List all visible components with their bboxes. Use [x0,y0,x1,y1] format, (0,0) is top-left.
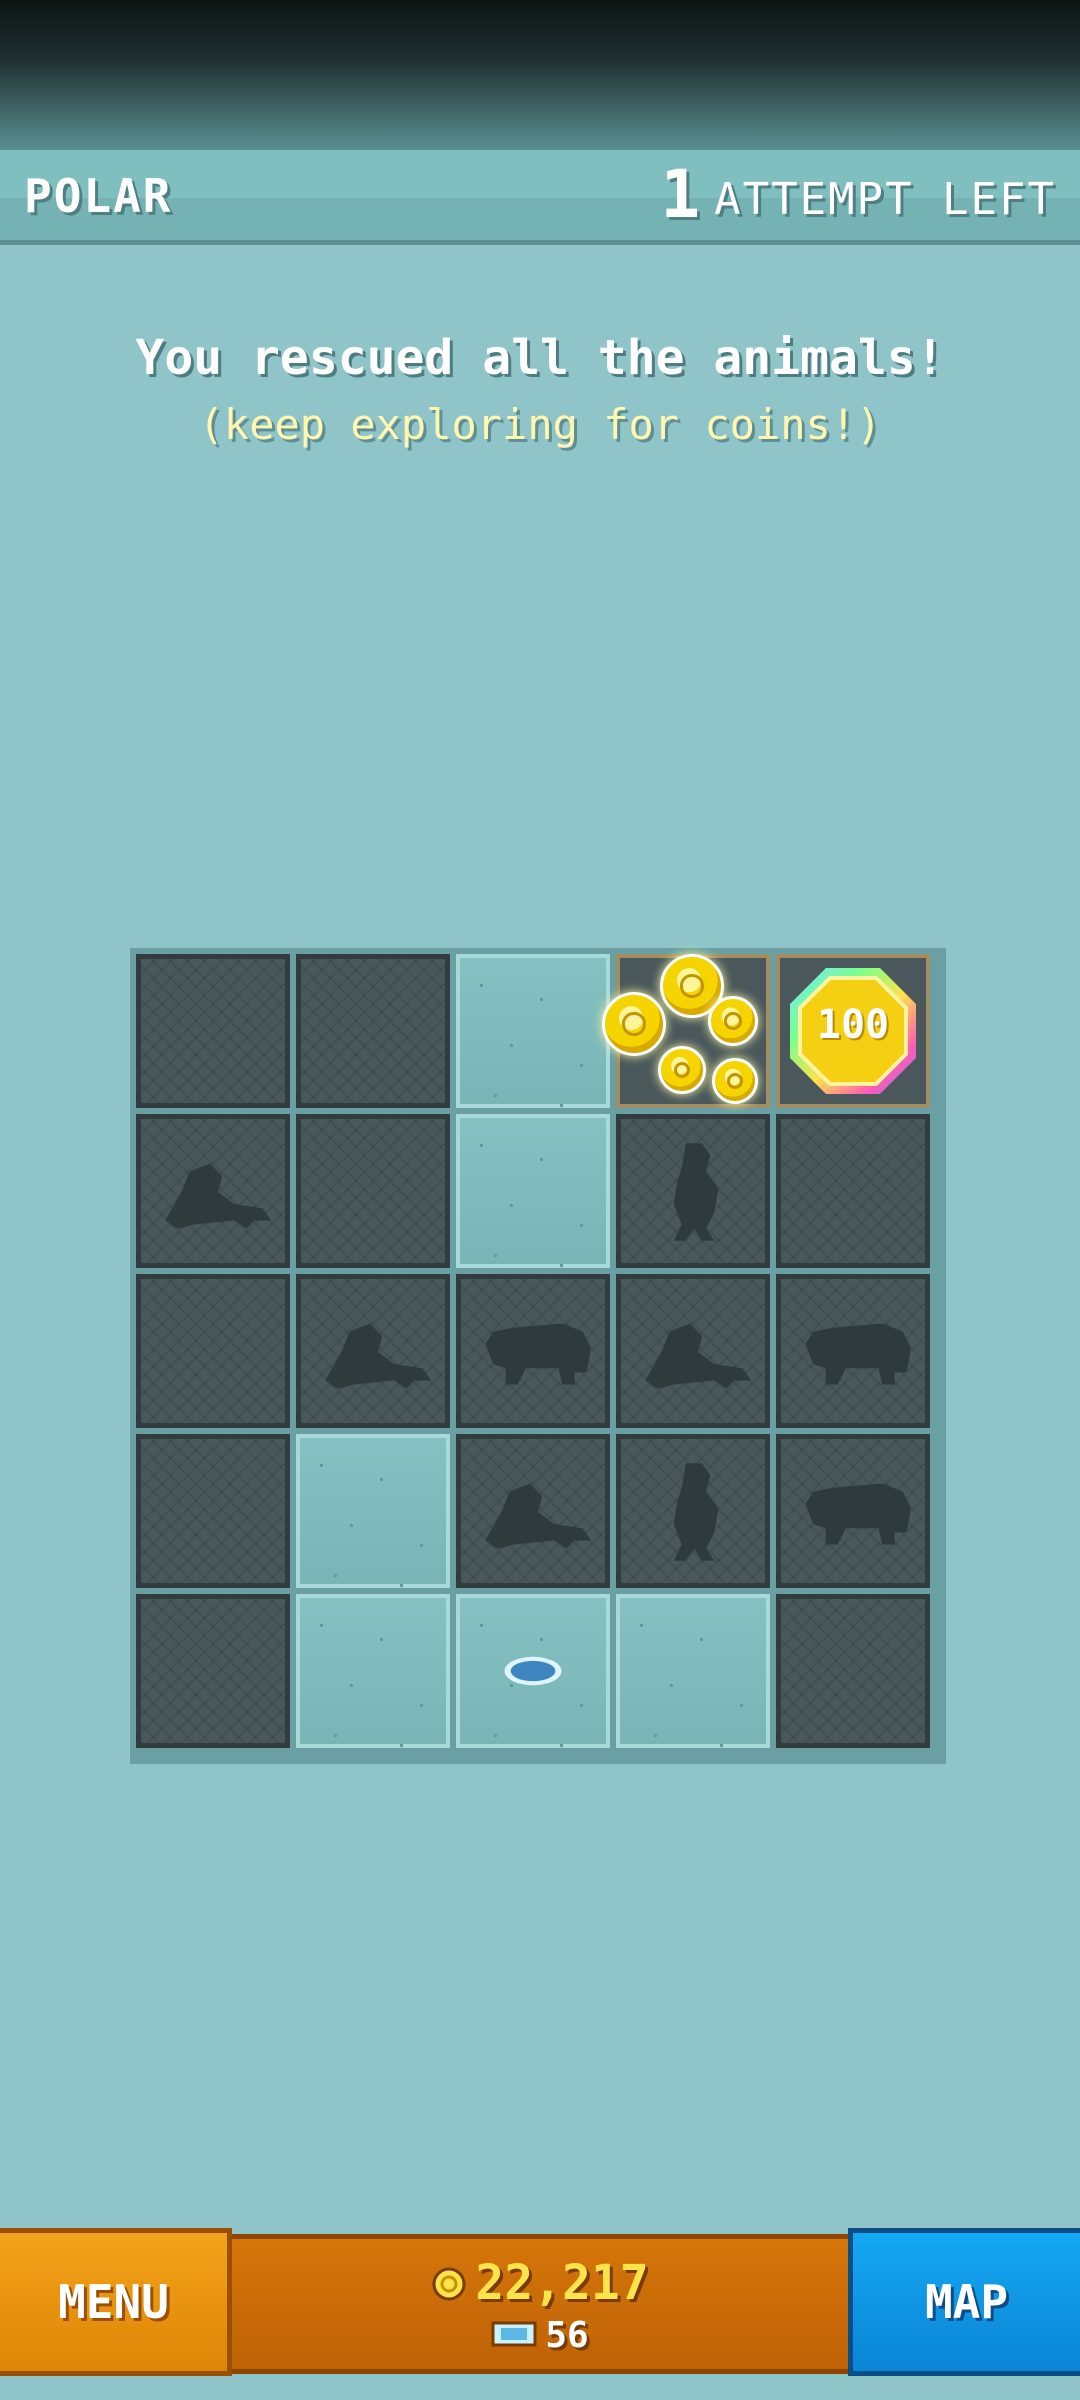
penguin-silhouette-tile[interactable] [616,1114,770,1268]
hidden-tile[interactable] [136,1274,290,1428]
walrus-icon [645,1323,751,1389]
ice-hole-tile[interactable] [456,1594,610,1748]
big-coin-tile[interactable]: 100 [776,954,930,1108]
gem-count: 56 [545,2315,589,2356]
map-button-label: MAP [924,2275,1009,2329]
penguin-icon [673,1143,719,1241]
menu-button-label: MENU [58,2275,169,2329]
walrus-icon [485,1483,591,1549]
coin-icon [712,1058,758,1104]
hidden-tile[interactable] [776,1114,930,1268]
polar-bear-icon [485,1323,591,1385]
level-name: POLAR [24,169,173,223]
hidden-tile[interactable] [776,1594,930,1748]
revealed-tile[interactable] [296,1594,450,1748]
ice-hole-icon [504,1656,562,1686]
revealed-tile[interactable] [456,954,610,1108]
revealed-tile[interactable] [296,1434,450,1588]
walrus-silhouette-tile[interactable] [136,1114,290,1268]
polar-bear-silhouette-tile[interactable] [776,1274,930,1428]
coin-balance: 22,217 [232,2255,848,2314]
penguin-silhouette-tile[interactable] [616,1434,770,1588]
walrus-icon [165,1163,271,1229]
attempts-indicator: 1 ATTEMPT LEFT [660,160,1056,230]
wallet-panel: 22,217 56 [232,2234,848,2374]
coin-icon [658,1046,706,1094]
game-grid: 100 [130,948,946,1764]
coin-icon [602,992,666,1056]
gem-balance: 56 [232,2315,848,2358]
gem-icon [491,2317,537,2358]
coin-count: 22,217 [475,2255,649,2311]
walrus-icon [325,1323,431,1389]
coin-icon [708,996,758,1046]
status-bar [0,0,1080,150]
coin-icon [431,2258,467,2314]
big-coin-value: 100 [816,1002,890,1048]
penguin-icon [673,1463,719,1561]
hidden-tile[interactable] [136,1434,290,1588]
walrus-silhouette-tile[interactable] [616,1274,770,1428]
walrus-silhouette-tile[interactable] [456,1434,610,1588]
polar-bear-silhouette-tile[interactable] [776,1434,930,1588]
polar-bear-icon [805,1323,911,1385]
rescue-submessage: (keep exploring for coins!) [198,400,882,449]
menu-button[interactable]: MENU [0,2228,232,2376]
polar-bear-icon [805,1483,911,1545]
hidden-tile[interactable] [136,1594,290,1748]
hidden-tile[interactable] [296,954,450,1108]
hidden-tile[interactable] [296,1114,450,1268]
revealed-tile[interactable] [456,1114,610,1268]
hidden-tile[interactable] [136,954,290,1108]
map-button[interactable]: MAP [848,2228,1080,2376]
polar-bear-silhouette-tile[interactable] [456,1274,610,1428]
walrus-silhouette-tile[interactable] [296,1274,450,1428]
attempts-count: 1 [660,156,701,233]
attempts-label: ATTEMPT LEFT [714,174,1056,225]
rescue-message: You rescued all the animals! [135,330,945,386]
coin-pile-tile[interactable] [602,954,770,1108]
revealed-tile[interactable] [616,1594,770,1748]
